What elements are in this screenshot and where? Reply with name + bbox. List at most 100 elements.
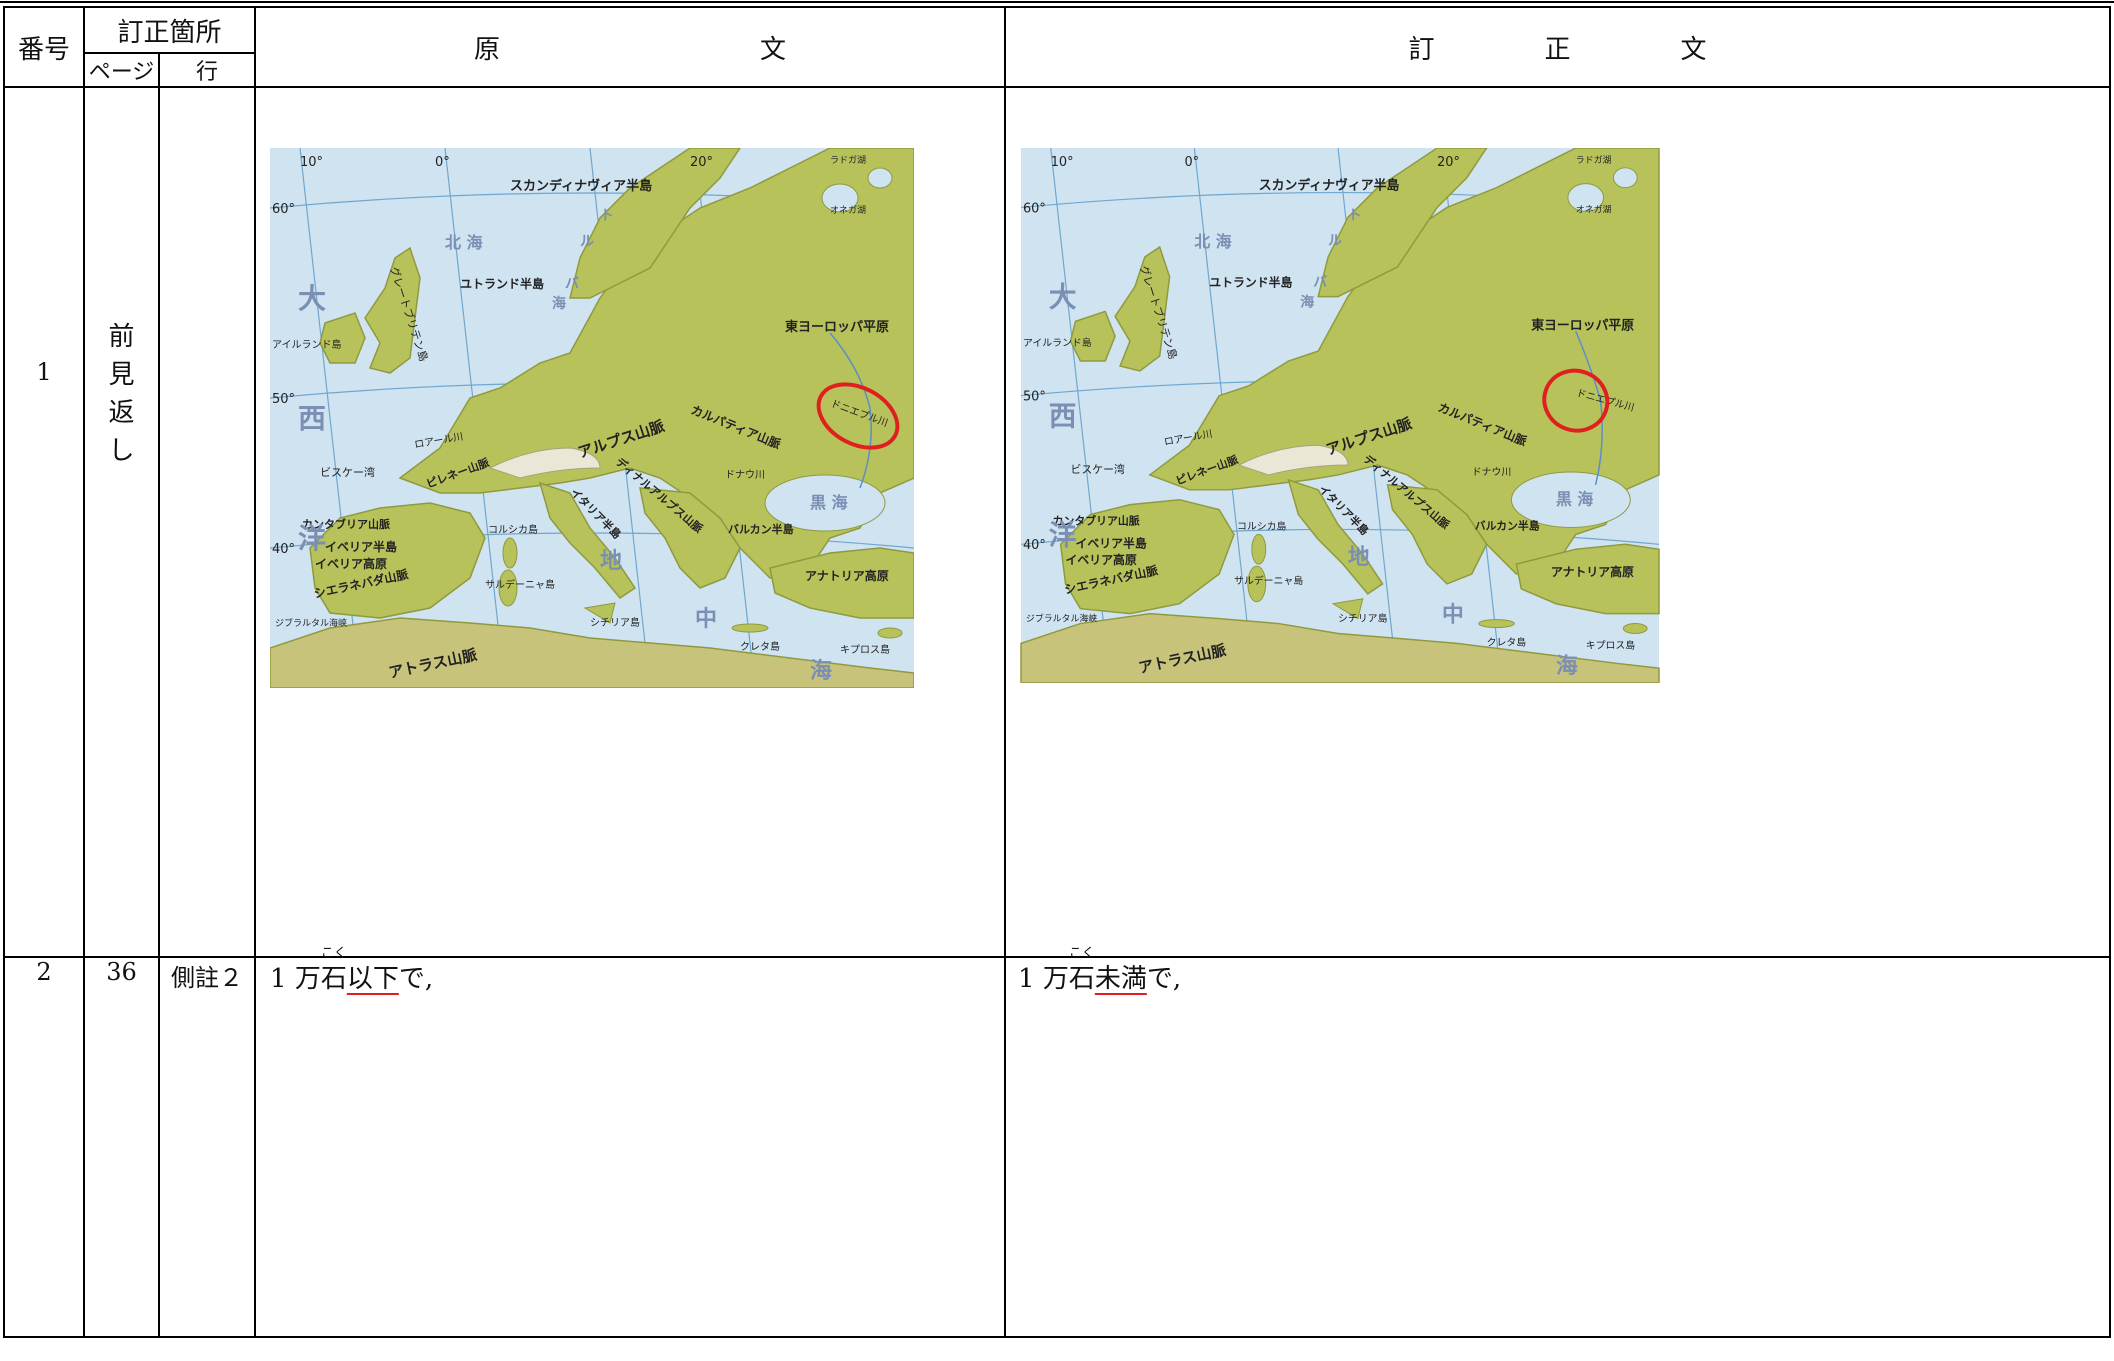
header-corrected-char-3: 文 <box>1680 34 1707 65</box>
map-label-ireland: アイルランド島 <box>272 338 342 351</box>
map-label-ladoga: ラドガ湖 <box>1576 155 1612 166</box>
map-ocean-char: 大 <box>1049 281 1077 314</box>
map-label-sardinia: サルデーニャ島 <box>1234 574 1303 587</box>
header-corrected-char-1: 訂 <box>1408 34 1435 65</box>
map-label-east_europe_plain: 東ヨーロッパ平原 <box>1531 317 1634 333</box>
europe-map-original: スカンディナヴィア半島グレートブリテン島 ユトランド半島アイルランド島東ヨーロッパ… <box>270 148 915 688</box>
map-baltic-char: ト <box>600 208 614 224</box>
map-label-sicily: シチリア島 <box>590 616 640 629</box>
map-island-corsica <box>502 537 518 569</box>
map-lat-60: 60° <box>272 202 295 217</box>
map-ocean-char: 大 <box>298 282 326 315</box>
map-label-onega: オネガ湖 <box>1576 204 1612 215</box>
corrected-changed-text: 未満 <box>1094 964 1147 994</box>
map-label-balkan: バルカン半島 <box>728 522 794 536</box>
map-label-danube: ドナウ川 <box>725 469 765 481</box>
map-label-biscay: ビスケー湾 <box>320 465 375 479</box>
row-2: 2 36 側註２ 1 万石 こく 以下で, 1 万石 こく 未満で, <box>3 946 2112 1338</box>
row-2-line: 側註２ <box>157 956 257 1338</box>
row-1-page-text: 前 見 返 し <box>107 318 137 470</box>
map-label-sardinia: サルデーニャ島 <box>485 578 555 591</box>
original-changed-text: 以下 <box>346 964 399 994</box>
header-corrected-char-2: 正 <box>1544 34 1571 65</box>
map-ocean-char: 洋 <box>298 522 326 555</box>
row-2-original: 1 万石 こく 以下で, <box>254 946 1007 1338</box>
map-lat-40: 40° <box>1023 538 1046 553</box>
map-label-crete: クレタ島 <box>740 640 780 653</box>
map-lat-40: 40° <box>272 542 295 557</box>
map-baltic-char: ル <box>1328 233 1342 249</box>
map-baltic-char: バ <box>1313 275 1327 291</box>
map-lon-20: 20° <box>1437 155 1460 170</box>
map-label-danube: ドナウ川 <box>1472 466 1512 478</box>
map-label-corsica: コルシカ島 <box>488 523 538 536</box>
map-label-ireland: アイルランド島 <box>1023 336 1092 349</box>
corrected-text: 1 万石 こく 未満で, <box>1018 946 1181 995</box>
map-island-corsica <box>1251 533 1267 565</box>
map-baltic-char: 海 <box>552 295 566 312</box>
map-label-iberian_pen: イベリア半島 <box>325 539 397 554</box>
map-label-anatolia: アナトリア高原 <box>805 568 889 583</box>
original-text: 1 万石 こく 以下で, <box>270 946 433 995</box>
map-baltic-char: 海 <box>1300 294 1314 311</box>
row-1-corrected: スカンディナヴィア半島 グレートブリテン島 ユトランド半島 アイルランド島 東ヨーロッパ… <box>1004 86 2112 958</box>
header-original: 原文 <box>254 6 1007 88</box>
map-lon-10w: 10° <box>1051 155 1074 170</box>
header-no: 番号 <box>3 6 85 88</box>
header-original-char-1: 原 <box>474 34 501 65</box>
europe-map-corrected: スカンディナヴィア半島グレートブリテン島 ユトランド半島アイルランド島東ヨーロッパ… <box>1020 148 1660 683</box>
row-2-page: 36 <box>83 956 160 1338</box>
map-ocean-char: 洋 <box>1049 518 1077 551</box>
map-label-scandinavia: スカンディナヴィア半島 <box>510 178 652 194</box>
row-1-page-char: 前 <box>108 322 135 352</box>
map-island-crete <box>1478 619 1515 629</box>
map-label-ladoga: ラドガ湖 <box>830 155 866 166</box>
map-label-biscay: ビスケー湾 <box>1071 462 1125 476</box>
row-1: 1 前 見 返 し スカンディナヴィア半島 グレートブリテン島 ユトランド半島 アイル… <box>3 86 2112 958</box>
map-label-corsica: コルシカ島 <box>1237 519 1287 532</box>
map-med-char: 地 <box>600 548 622 574</box>
map-island-crete <box>731 623 769 633</box>
header-page: ページ <box>83 52 160 88</box>
map-baltic-char: ル <box>580 234 594 250</box>
map-island-cyprus <box>877 627 903 639</box>
map-north-sea: 北 海 <box>445 233 483 252</box>
map-label-cyprus: キプロス島 <box>840 643 890 656</box>
map-label-east_europe_plain: 東ヨーロッパ平原 <box>785 319 889 335</box>
map-lat-50: 50° <box>272 392 295 407</box>
original-ruby-base: 石 <box>320 964 347 994</box>
map-med-char: 海 <box>810 658 832 684</box>
original-ruby-text: こく <box>320 946 347 961</box>
map-label-iberian_pen: イベリア半島 <box>1075 536 1146 550</box>
map-ocean-char: 西 <box>1049 399 1077 432</box>
row-1-page-char: し <box>108 436 135 466</box>
row-1-no: 1 <box>3 86 85 958</box>
row-1-original: スカンディナヴィア半島 グレートブリテン島 ユトランド半島 アイルランド島 東ヨーロッパ… <box>254 86 1007 958</box>
map-label-onega: オネガ湖 <box>830 205 866 216</box>
map-label-crete: クレタ島 <box>1487 635 1527 648</box>
map-label-cyprus: キプロス島 <box>1586 638 1636 651</box>
row-1-line <box>157 86 257 958</box>
header-original-char-2: 文 <box>760 34 787 65</box>
row-1-page-char: 返 <box>108 398 135 428</box>
map-lat-50: 50° <box>1023 390 1046 405</box>
map-label-jutland: ユトランド半島 <box>1209 276 1292 290</box>
map-label-iberian_plateau: イベリア高原 <box>1066 553 1137 567</box>
map-ocean-char: 西 <box>298 402 326 435</box>
corrected-ruby-text: こく <box>1068 946 1095 961</box>
map-black-sea-label: 黒 海 <box>1556 490 1593 509</box>
header-line: 行 <box>157 52 257 88</box>
row-2-corrected: 1 万石 こく 未満で, <box>1004 946 2112 1338</box>
map-med-char: 海 <box>1556 653 1578 679</box>
map-med-char: 地 <box>1348 545 1370 570</box>
map-lon-0: 0° <box>435 155 450 170</box>
corrected-prefix: 1 万 <box>1018 964 1069 994</box>
map-lon-20: 20° <box>690 155 713 170</box>
corrected-ruby: 石こく <box>1069 946 1095 995</box>
header-corrected: 訂正文 <box>1004 6 2112 88</box>
map-label-gibraltar: ジブラルタル海峡 <box>275 617 347 629</box>
header-row-top: 番号 訂正箇所 原文 訂正文 <box>3 6 2112 88</box>
original-prefix: 1 万 <box>270 964 321 994</box>
row-2-no: 2 <box>3 956 85 1338</box>
map-label-anatolia: アナトリア高原 <box>1551 565 1634 579</box>
